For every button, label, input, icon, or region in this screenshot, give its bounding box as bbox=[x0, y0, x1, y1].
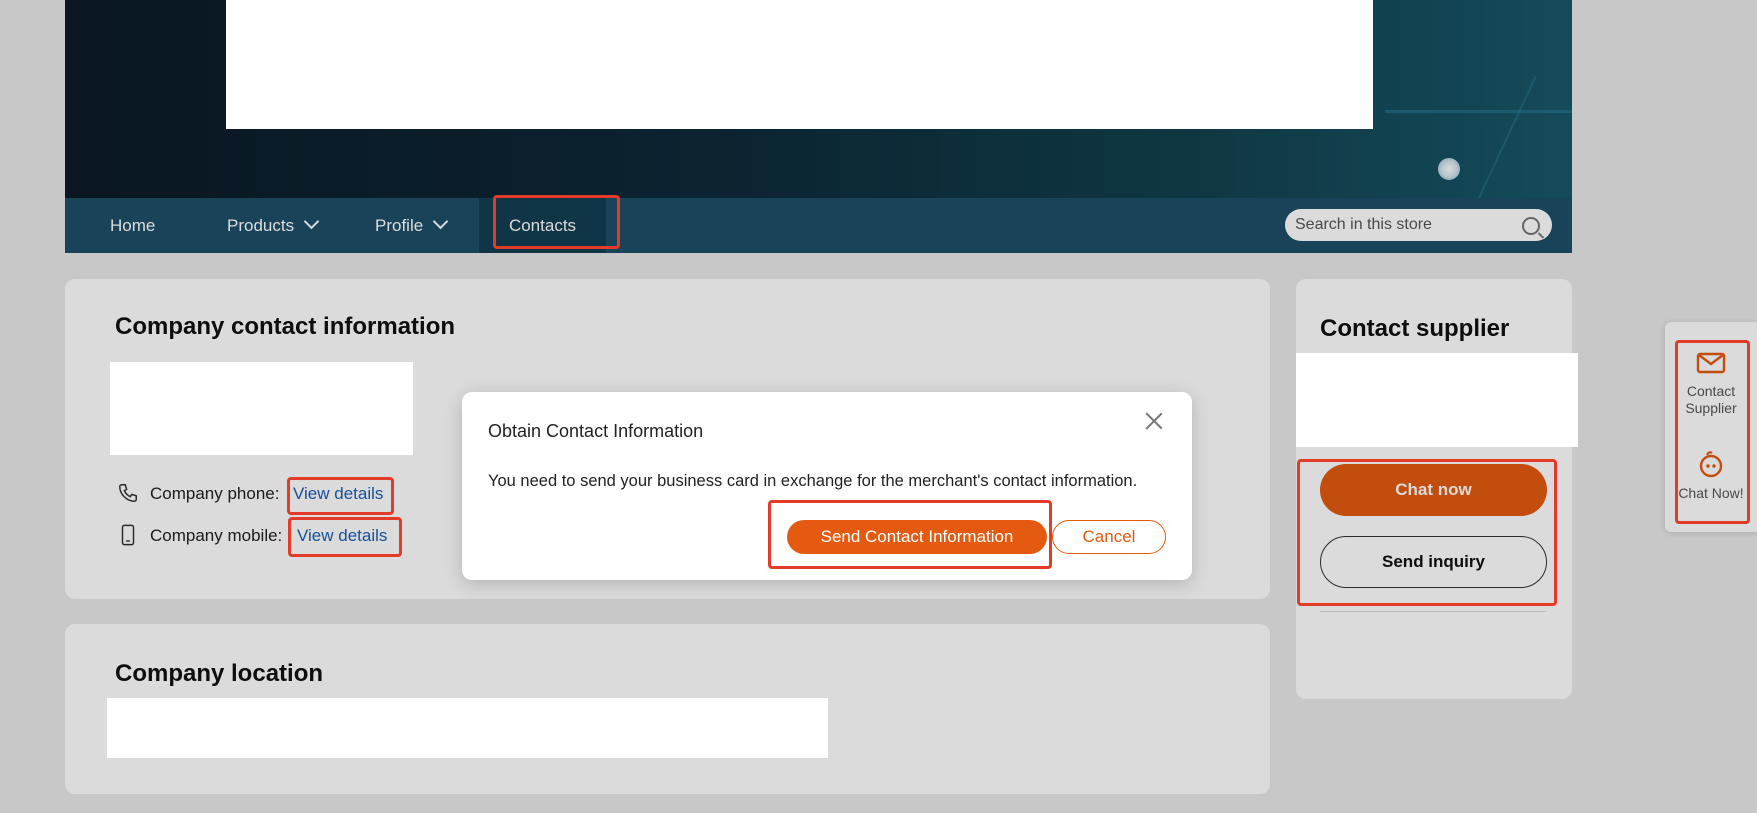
send-contact-information-button[interactable]: Send Contact Information bbox=[787, 520, 1047, 554]
logo-placeholder bbox=[110, 362, 413, 455]
dialog-title: Obtain Contact Information bbox=[488, 421, 704, 441]
obtain-contact-dialog: Obtain Contact Information You need to s… bbox=[462, 392, 1192, 580]
dialog-message: You need to send your business card in e… bbox=[488, 472, 1138, 490]
close-icon[interactable] bbox=[1144, 410, 1164, 430]
banner-image-placeholder bbox=[226, 0, 1373, 129]
supplier-info-placeholder bbox=[1296, 353, 1578, 447]
map-placeholder bbox=[107, 698, 828, 758]
cancel-button[interactable]: Cancel bbox=[1052, 520, 1166, 554]
